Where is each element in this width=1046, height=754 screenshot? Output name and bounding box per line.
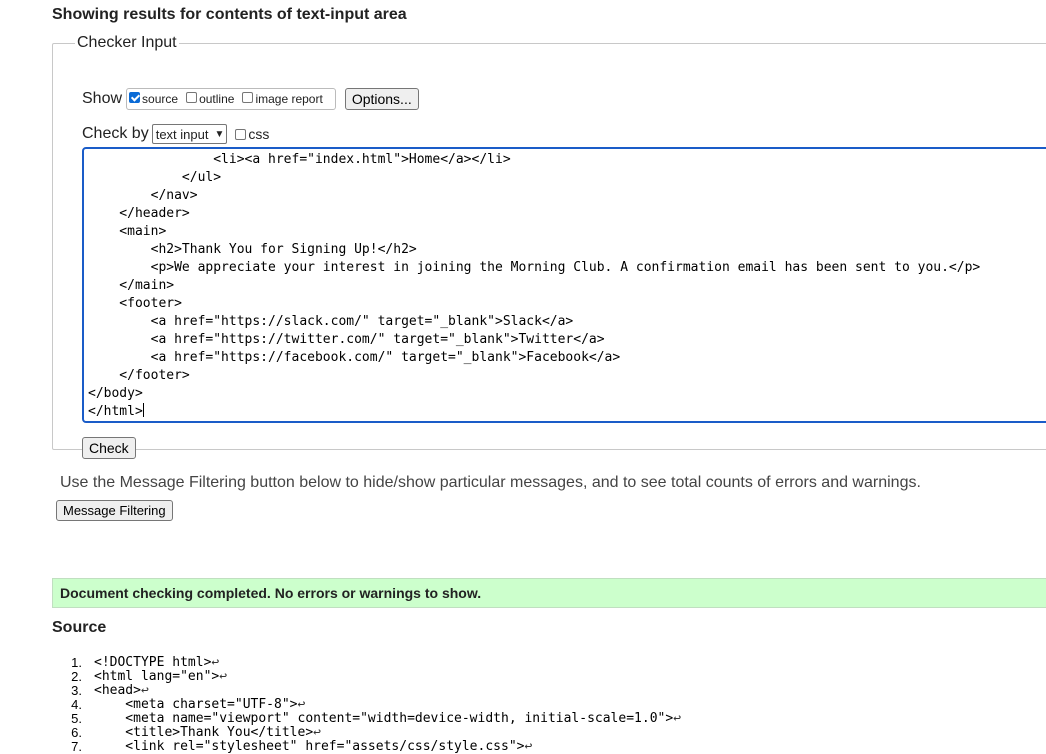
- message-filtering-button[interactable]: Message Filtering: [56, 500, 173, 521]
- source-checkbox[interactable]: [129, 91, 141, 103]
- check-by-select[interactable]: text input ▼: [151, 124, 228, 144]
- source-checkbox-label[interactable]: source: [142, 92, 178, 106]
- image-report-checkbox-label[interactable]: image report: [255, 92, 322, 106]
- checker-input-fieldset: Checker Input Show source outline image …: [52, 34, 1046, 459]
- newline-icon: ↩: [673, 711, 682, 726]
- line-number: 7.: [71, 739, 82, 754]
- source-line: 6. <title>Thank You</title> ↩: [52, 726, 1042, 740]
- newline-icon: ↩: [313, 725, 321, 740]
- line-code: <title>Thank You</title>: [94, 725, 314, 740]
- outline-checkbox-label[interactable]: outline: [199, 92, 234, 106]
- line-code: <meta charset="UTF-8">: [94, 697, 298, 712]
- newline-icon: ↩: [297, 697, 306, 712]
- results-heading: Showing results for contents of text-inp…: [52, 6, 407, 23]
- line-code: <meta name="viewport" content="width=dev…: [94, 711, 674, 726]
- line-code: <html lang="en">: [94, 669, 220, 684]
- line-number: 1.: [71, 655, 82, 670]
- outline-checkbox[interactable]: [186, 91, 198, 103]
- newline-icon: ↩: [524, 739, 533, 754]
- show-label: Show: [82, 90, 123, 107]
- check-by-label: Check by: [82, 125, 149, 142]
- newline-icon: ↩: [211, 655, 220, 670]
- show-options-group: source outline image report: [126, 88, 336, 110]
- line-code: <head>: [94, 683, 141, 698]
- image-report-checkbox[interactable]: [242, 91, 254, 103]
- css-checkbox-label[interactable]: css: [248, 126, 269, 142]
- line-number: 3.: [71, 683, 82, 698]
- newline-icon: ↩: [140, 683, 149, 698]
- css-option[interactable]: css: [235, 126, 277, 142]
- text-cursor: [142, 403, 144, 417]
- source-line: 5. <meta name="viewport" content="width=…: [52, 712, 1042, 726]
- line-number: 5.: [71, 711, 82, 726]
- css-checkbox[interactable]: [235, 128, 247, 140]
- newline-icon: ↩: [219, 669, 228, 684]
- checker-input-legend: Checker Input: [77, 34, 177, 51]
- source-line: 2. <html lang="en"> ↩: [52, 670, 1042, 684]
- source-textarea-content: <li><a href="index.html">Home</a></li> <…: [88, 152, 981, 419]
- options-button[interactable]: Options...: [344, 88, 419, 110]
- check-button[interactable]: Check: [82, 437, 136, 459]
- message-filtering-info: Use the Message Filtering button below t…: [60, 474, 921, 491]
- source-line: 7. <link rel="stylesheet" href="assets/c…: [52, 740, 1042, 754]
- line-number: 2.: [71, 669, 82, 684]
- source-listing: 1. <!DOCTYPE html> ↩ 2. <html lang="en"> ↩ 3…: [52, 656, 1042, 754]
- line-code: <!DOCTYPE html>: [94, 655, 212, 670]
- line-code: <link rel="stylesheet" href="assets/css/…: [94, 739, 525, 754]
- show-row: Show source outline image report Options…: [82, 88, 419, 110]
- chevron-down-icon: ▼: [214, 128, 225, 140]
- status-message: Document checking completed. No errors o…: [52, 578, 1046, 608]
- check-by-select-value: text input: [155, 126, 209, 142]
- source-line: 1. <!DOCTYPE html> ↩: [52, 656, 1042, 670]
- source-textarea[interactable]: <li><a href="index.html">Home</a></li> <…: [82, 147, 1046, 423]
- source-heading: Source: [52, 619, 107, 636]
- line-number: 4.: [71, 697, 82, 712]
- source-line: 3. <head> ↩: [52, 684, 1042, 698]
- check-by-row: Check by text input ▼ css: [82, 124, 277, 144]
- source-line: 4. <meta charset="UTF-8"> ↩: [52, 698, 1042, 712]
- line-number: 6.: [71, 725, 82, 740]
